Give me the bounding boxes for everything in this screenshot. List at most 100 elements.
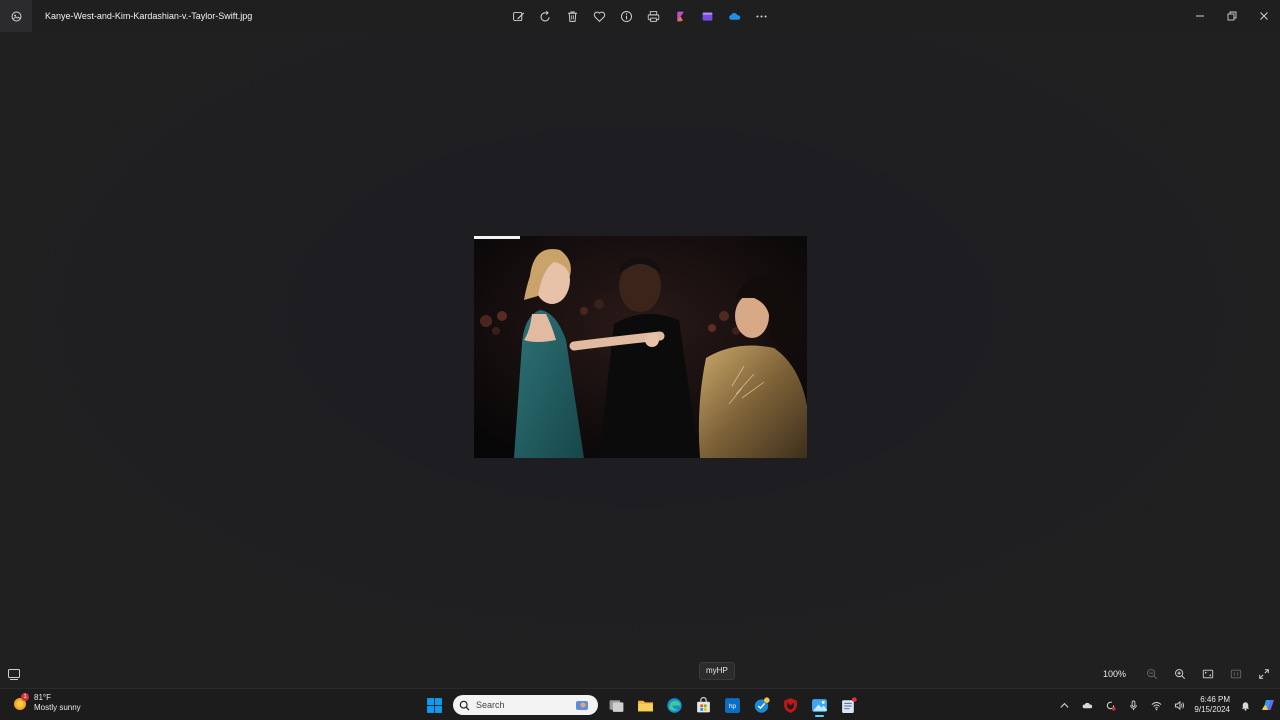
photos-app-button[interactable] bbox=[809, 693, 830, 717]
onedrive-tray-button[interactable] bbox=[1079, 695, 1095, 715]
photos-icon bbox=[11, 11, 21, 21]
clipchamp-button[interactable] bbox=[697, 6, 717, 26]
favorite-button[interactable] bbox=[589, 6, 609, 26]
microphone-button[interactable] bbox=[1125, 695, 1141, 715]
copilot-icon bbox=[1262, 700, 1274, 710]
hp-support-icon bbox=[754, 696, 770, 713]
status-bar: myHP 100% bbox=[0, 660, 1280, 688]
edit-icon bbox=[512, 11, 524, 21]
actual-size-icon bbox=[1230, 669, 1242, 679]
close-window-button[interactable] bbox=[1248, 0, 1280, 32]
printer-icon bbox=[647, 10, 659, 22]
taskbar-clock[interactable]: 6:46 PM 9/15/2024 bbox=[1194, 695, 1230, 715]
window-controls bbox=[1184, 0, 1280, 32]
bell-icon bbox=[1241, 701, 1249, 711]
fit-to-window-button[interactable] bbox=[1198, 664, 1218, 684]
filmstrip-icon bbox=[8, 669, 20, 680]
heart-icon bbox=[593, 11, 605, 22]
onedrive-button[interactable] bbox=[724, 6, 744, 26]
print-button[interactable] bbox=[643, 6, 663, 26]
search-placeholder: Search bbox=[476, 700, 505, 710]
photo-image bbox=[474, 236, 807, 458]
task-view-icon bbox=[609, 699, 624, 712]
photos-app-icon bbox=[0, 0, 32, 32]
photos-taskbar-icon bbox=[812, 698, 827, 712]
weather-temperature: 81°F bbox=[34, 693, 51, 702]
designer-icon bbox=[676, 11, 684, 21]
search-icon bbox=[459, 700, 470, 711]
store-icon bbox=[697, 696, 710, 712]
restore-button[interactable] bbox=[1216, 0, 1248, 32]
full-screen-button[interactable] bbox=[1254, 664, 1274, 684]
close-icon bbox=[1260, 12, 1268, 20]
zoom-controls: 100% bbox=[1103, 660, 1274, 688]
wifi-icon bbox=[1151, 701, 1162, 710]
filmstrip-toggle-button[interactable] bbox=[6, 667, 22, 681]
refresh-alert-icon bbox=[1106, 701, 1116, 711]
notepad-icon bbox=[842, 696, 857, 713]
more-options-button[interactable] bbox=[751, 6, 771, 26]
myhp-icon: hp bbox=[725, 697, 740, 713]
microphone-icon bbox=[1130, 699, 1137, 710]
edge-icon bbox=[667, 697, 682, 713]
image-viewer-canvas[interactable] bbox=[0, 32, 1280, 660]
weather-condition: Mostly sunny bbox=[34, 703, 81, 712]
rotate-icon bbox=[540, 10, 550, 21]
edge-browser-button[interactable] bbox=[664, 693, 685, 717]
file-info-button[interactable] bbox=[616, 6, 636, 26]
minimize-icon bbox=[1196, 15, 1204, 17]
file-explorer-button[interactable] bbox=[635, 693, 656, 717]
microsoft-store-button[interactable] bbox=[693, 693, 714, 717]
file-name-title: Kanye-West-and-Kim-Kardashian-v.-Taylor-… bbox=[45, 11, 253, 21]
task-view-button[interactable] bbox=[606, 693, 627, 717]
copilot-button[interactable] bbox=[1260, 695, 1276, 715]
windows-taskbar: 1 81°F Mostly sunny Search hp 6:46 PM 9/… bbox=[0, 688, 1280, 720]
fit-window-icon bbox=[1202, 669, 1214, 679]
search-highlight-icon bbox=[576, 701, 588, 710]
clock-date: 9/15/2024 bbox=[1194, 705, 1230, 714]
weather-widget[interactable]: 1 81°F Mostly sunny bbox=[12, 693, 81, 713]
zoom-out-button[interactable] bbox=[1142, 664, 1162, 684]
speaker-icon bbox=[1174, 700, 1184, 710]
ellipsis-icon bbox=[755, 14, 767, 18]
folder-icon bbox=[638, 700, 653, 711]
trash-icon bbox=[567, 11, 577, 22]
taskbar-apps: Search hp bbox=[424, 693, 859, 717]
start-button[interactable] bbox=[424, 693, 445, 717]
sync-status-button[interactable] bbox=[1102, 695, 1118, 715]
onedrive-icon bbox=[728, 12, 740, 20]
restore-icon bbox=[1227, 11, 1237, 21]
notepad-app-button[interactable] bbox=[838, 693, 859, 717]
svg-text:hp: hp bbox=[729, 703, 737, 710]
zoom-in-button[interactable] bbox=[1170, 664, 1190, 684]
designer-button[interactable] bbox=[670, 6, 690, 26]
edit-image-button[interactable] bbox=[508, 6, 528, 26]
zoom-in-icon bbox=[1175, 669, 1186, 680]
taskbar-search-box[interactable]: Search bbox=[453, 695, 598, 715]
delete-button[interactable] bbox=[562, 6, 582, 26]
minimize-button[interactable] bbox=[1184, 0, 1216, 32]
show-hidden-icons-button[interactable] bbox=[1056, 695, 1072, 715]
weather-alert-badge: 1 bbox=[21, 693, 29, 701]
actual-size-button[interactable] bbox=[1226, 664, 1246, 684]
title-bar: Kanye-West-and-Kim-Kardashian-v.-Taylor-… bbox=[0, 0, 1280, 32]
notifications-button[interactable] bbox=[1237, 695, 1253, 715]
mcafee-shield-icon bbox=[784, 697, 797, 713]
sun-icon: 1 bbox=[12, 693, 29, 711]
myhp-app-button[interactable]: hp bbox=[722, 693, 743, 717]
clock-time: 6:46 PM bbox=[1200, 695, 1230, 704]
zoom-level[interactable]: 100% bbox=[1103, 669, 1126, 679]
volume-button[interactable] bbox=[1171, 695, 1187, 715]
expand-icon bbox=[1259, 669, 1269, 679]
clipchamp-icon bbox=[702, 11, 712, 21]
chevron-up-icon bbox=[1060, 702, 1069, 708]
cloud-sync-icon bbox=[1082, 702, 1093, 708]
hp-support-button[interactable] bbox=[751, 693, 772, 717]
info-icon bbox=[620, 10, 632, 22]
displayed-photo[interactable] bbox=[474, 236, 807, 458]
rotate-button[interactable] bbox=[535, 6, 555, 26]
taskbar-tooltip: myHP bbox=[699, 662, 735, 680]
wifi-button[interactable] bbox=[1148, 695, 1164, 715]
mcafee-button[interactable] bbox=[780, 693, 801, 717]
system-tray: 6:46 PM 9/15/2024 bbox=[1056, 693, 1276, 717]
